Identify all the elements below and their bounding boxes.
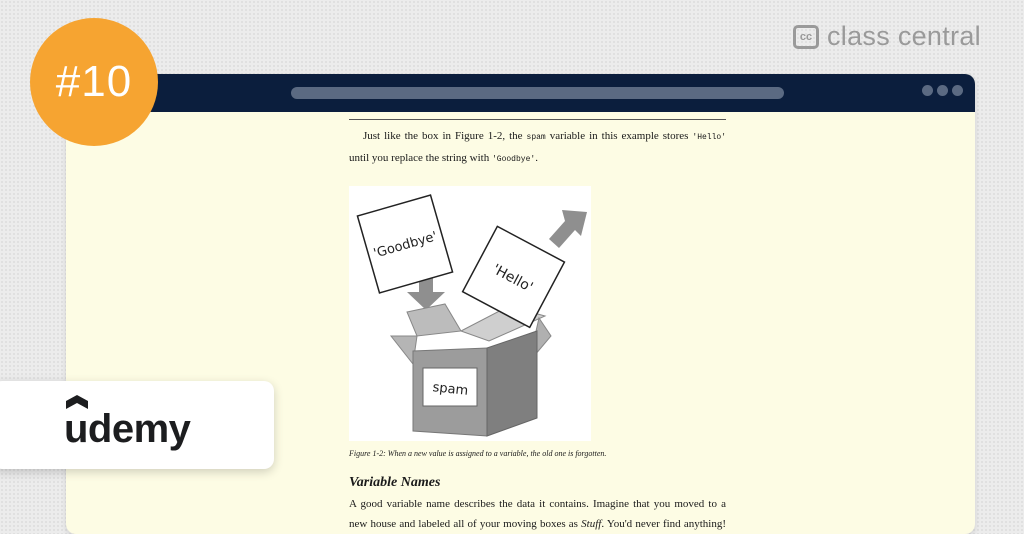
paragraph-variable-names: A good variable name describes the data …: [349, 494, 726, 534]
figure-caption: Figure 1-2: When a new value is assigned…: [349, 449, 607, 458]
book-page: Just like the box in Figure 1-2, the spa…: [349, 119, 726, 534]
text: until you replace the string with: [349, 152, 492, 164]
code-hello: 'Hello': [692, 133, 726, 142]
box-flap: [406, 303, 462, 337]
class-central-logo: cc class central: [793, 21, 981, 52]
code-goodbye: 'Goodbye': [491, 155, 536, 164]
text: .: [535, 152, 538, 164]
figure-box-illustration: spam 'Goodbye' 'Hello': [349, 186, 591, 441]
arrow-up-icon: [549, 210, 587, 248]
card-hello: 'Hello': [461, 225, 566, 329]
udemy-wordmark: udemy: [64, 407, 191, 451]
provider-card: udemy: [0, 381, 274, 469]
section-heading: Variable Names: [349, 475, 441, 490]
rank-badge: #10: [30, 18, 158, 146]
class-central-icon: cc: [793, 24, 819, 49]
card-goodbye: 'Goodbye': [356, 194, 454, 294]
udemy-logo: udemy: [64, 395, 194, 453]
window-dot[interactable]: [922, 85, 933, 96]
window-dots-icon[interactable]: [922, 85, 963, 96]
paragraph-intro: Just like the box in Figure 1-2, the spa…: [349, 126, 726, 170]
text: variable in this example stores: [545, 130, 693, 142]
box-side: [486, 330, 538, 437]
window-dot[interactable]: [952, 85, 963, 96]
figure-svg: spam 'Goodbye' 'Hello': [356, 194, 587, 437]
page-divider: [349, 119, 726, 120]
text-emphasis: Stuff: [581, 518, 602, 530]
window-titlebar: [66, 74, 975, 112]
window-dot[interactable]: [937, 85, 948, 96]
code-spam: spam: [526, 133, 546, 142]
address-bar[interactable]: [291, 87, 784, 99]
class-central-wordmark: class central: [827, 21, 981, 51]
rank-number: #10: [55, 57, 133, 106]
text: Just like the box in Figure 1-2, the: [363, 130, 527, 142]
